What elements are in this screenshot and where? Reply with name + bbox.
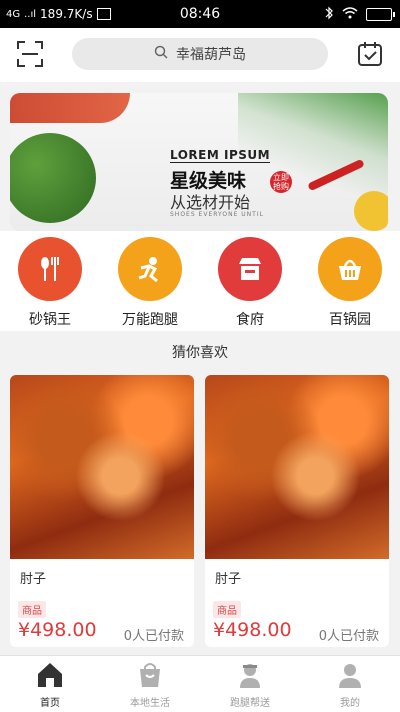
product-tag: 商品 bbox=[213, 601, 241, 618]
product-tag: 商品 bbox=[18, 601, 46, 618]
tab-home[interactable]: 首页 bbox=[0, 660, 100, 709]
shopping-bag-icon bbox=[135, 660, 165, 690]
search-placeholder: 幸福葫芦岛 bbox=[176, 47, 246, 63]
category-label: 食府 bbox=[236, 312, 264, 328]
tab-label: 我的 bbox=[340, 698, 360, 709]
product-price: ¥498.00 bbox=[18, 619, 97, 641]
banner-title: LOREM IPSUM bbox=[170, 148, 271, 163]
search-bar[interactable]: 幸福葫芦岛 bbox=[72, 38, 328, 70]
product-image bbox=[10, 375, 194, 559]
bottom-tab-bar: 首页 本地生活 跑腿帮送 我的 bbox=[0, 655, 400, 712]
product-card[interactable]: 肘子 商品 ¥498.00 0人已付款 bbox=[205, 375, 389, 647]
status-right bbox=[324, 6, 395, 23]
courier-icon bbox=[235, 660, 265, 690]
product-image bbox=[205, 375, 389, 559]
tomato-image bbox=[10, 93, 130, 123]
tab-label: 本地生活 bbox=[130, 698, 170, 709]
category-label: 百锅园 bbox=[329, 312, 371, 328]
user-icon bbox=[335, 660, 365, 690]
category-label: 砂锅王 bbox=[29, 312, 71, 328]
category-label: 万能跑腿 bbox=[122, 312, 178, 328]
bluetooth-icon bbox=[324, 6, 334, 23]
product-name: 肘子 bbox=[20, 572, 47, 587]
tab-label: 跑腿帮送 bbox=[230, 698, 270, 709]
tab-mine[interactable]: 我的 bbox=[300, 660, 400, 709]
home-icon bbox=[35, 660, 65, 690]
spoon-fork-icon bbox=[18, 237, 82, 301]
status-bar: 4G ..ıl 189.7K/s 08:46 bbox=[0, 0, 400, 28]
top-bar: 幸福葫芦岛 bbox=[0, 28, 400, 82]
broccoli-image bbox=[10, 133, 96, 223]
scan-icon[interactable] bbox=[16, 40, 44, 68]
runner-icon bbox=[118, 237, 182, 301]
product-sold-count: 0人已付款 bbox=[123, 629, 184, 644]
battery-icon bbox=[366, 8, 395, 21]
tab-label: 首页 bbox=[40, 698, 60, 709]
banner-tagline: SHOES EVERYONE UNTIL bbox=[170, 211, 264, 218]
category-grid: 砂锅王 万能跑腿 食府 百锅园 bbox=[0, 231, 400, 331]
category-baiguoyuan[interactable]: 百锅园 bbox=[310, 237, 390, 329]
product-card[interactable]: 肘子 商品 ¥498.00 0人已付款 bbox=[10, 375, 194, 647]
promo-banner[interactable]: LOREM IPSUM 星级美味 从选材开始 SHOES EVERYONE UN… bbox=[10, 93, 388, 231]
tab-delivery[interactable]: 跑腿帮送 bbox=[200, 660, 300, 709]
category-shaguowang[interactable]: 砂锅王 bbox=[10, 237, 90, 329]
banner-subheadline: 从选材开始 bbox=[170, 193, 251, 212]
tab-local-life[interactable]: 本地生活 bbox=[100, 660, 200, 709]
category-shifu[interactable]: 食府 bbox=[210, 237, 290, 329]
section-title: 猜你喜欢 bbox=[0, 331, 400, 375]
product-sold-count: 0人已付款 bbox=[318, 629, 379, 644]
wifi-icon bbox=[342, 7, 358, 22]
basket-icon bbox=[318, 237, 382, 301]
search-icon bbox=[154, 45, 168, 63]
lemon-image bbox=[354, 191, 388, 231]
category-paotui[interactable]: 万能跑腿 bbox=[110, 237, 190, 329]
banner-stamp: 立即抢购 bbox=[270, 171, 292, 193]
product-name: 肘子 bbox=[215, 572, 242, 587]
calendar-checkin-icon[interactable] bbox=[356, 40, 384, 68]
product-price: ¥498.00 bbox=[213, 619, 292, 641]
store-icon bbox=[218, 237, 282, 301]
